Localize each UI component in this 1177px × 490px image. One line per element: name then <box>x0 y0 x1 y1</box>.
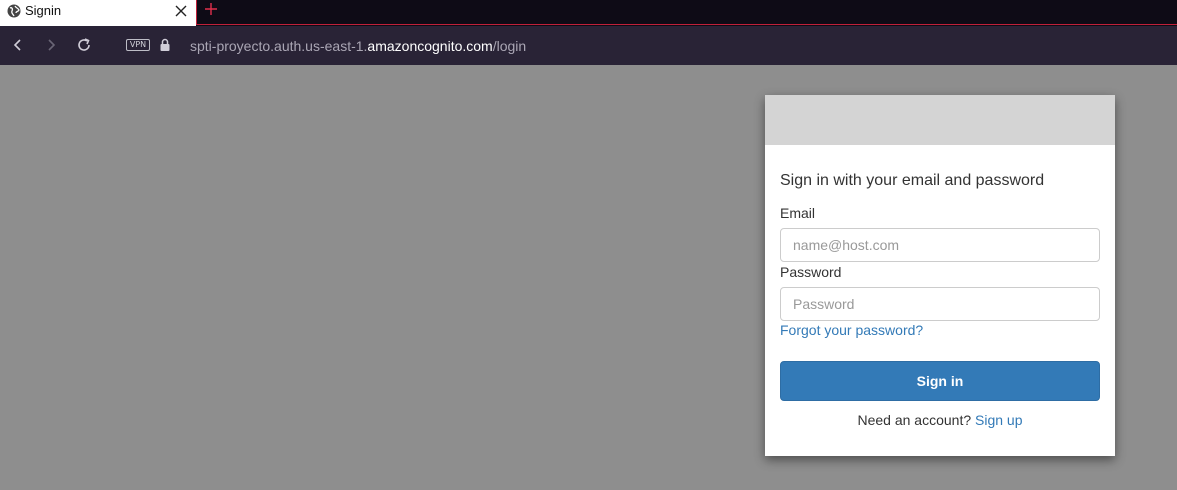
close-icon[interactable] <box>175 5 187 17</box>
signup-row: Need an account? Sign up <box>765 412 1115 428</box>
email-field[interactable] <box>780 228 1100 262</box>
address-toolbar: VPN spti-proyecto.auth.us-east-1.amazonc… <box>0 26 1177 65</box>
lock-icon[interactable] <box>159 38 171 52</box>
chevron-left-icon[interactable] <box>10 37 26 53</box>
url-path: /login <box>492 38 527 54</box>
forgot-password-link[interactable]: Forgot your password? <box>780 322 923 338</box>
password-label: Password <box>780 264 842 280</box>
address-bar[interactable]: spti-proyecto.auth.us-east-1.amazoncogni… <box>190 38 526 54</box>
modal-banner <box>765 95 1115 145</box>
url-host: amazoncognito.com <box>367 38 493 54</box>
reload-icon[interactable] <box>76 37 92 53</box>
plus-icon[interactable] <box>204 2 218 16</box>
vpn-badge[interactable]: VPN <box>126 39 150 51</box>
email-label: Email <box>780 205 816 221</box>
signin-heading: Sign in with your email and password <box>780 172 1045 189</box>
signup-prompt: Need an account? <box>857 412 972 428</box>
browser-tab[interactable]: Signin <box>0 0 196 26</box>
page-background: Sign in with your email and password Ema… <box>0 65 1177 490</box>
signin-modal: Sign in with your email and password Ema… <box>765 95 1115 456</box>
globe-icon <box>7 4 21 18</box>
tab-strip: Signin <box>0 0 1177 26</box>
tab-accent-line <box>196 24 1177 25</box>
chevron-right-icon[interactable] <box>43 37 59 53</box>
tab-accent-divider <box>196 0 197 25</box>
signin-button[interactable]: Sign in <box>780 361 1100 401</box>
signup-link[interactable]: Sign up <box>975 412 1022 428</box>
url-prefix: spti-proyecto.auth.us-east-1. <box>190 38 368 54</box>
tab-title: Signin <box>25 3 62 18</box>
password-field[interactable] <box>780 287 1100 321</box>
